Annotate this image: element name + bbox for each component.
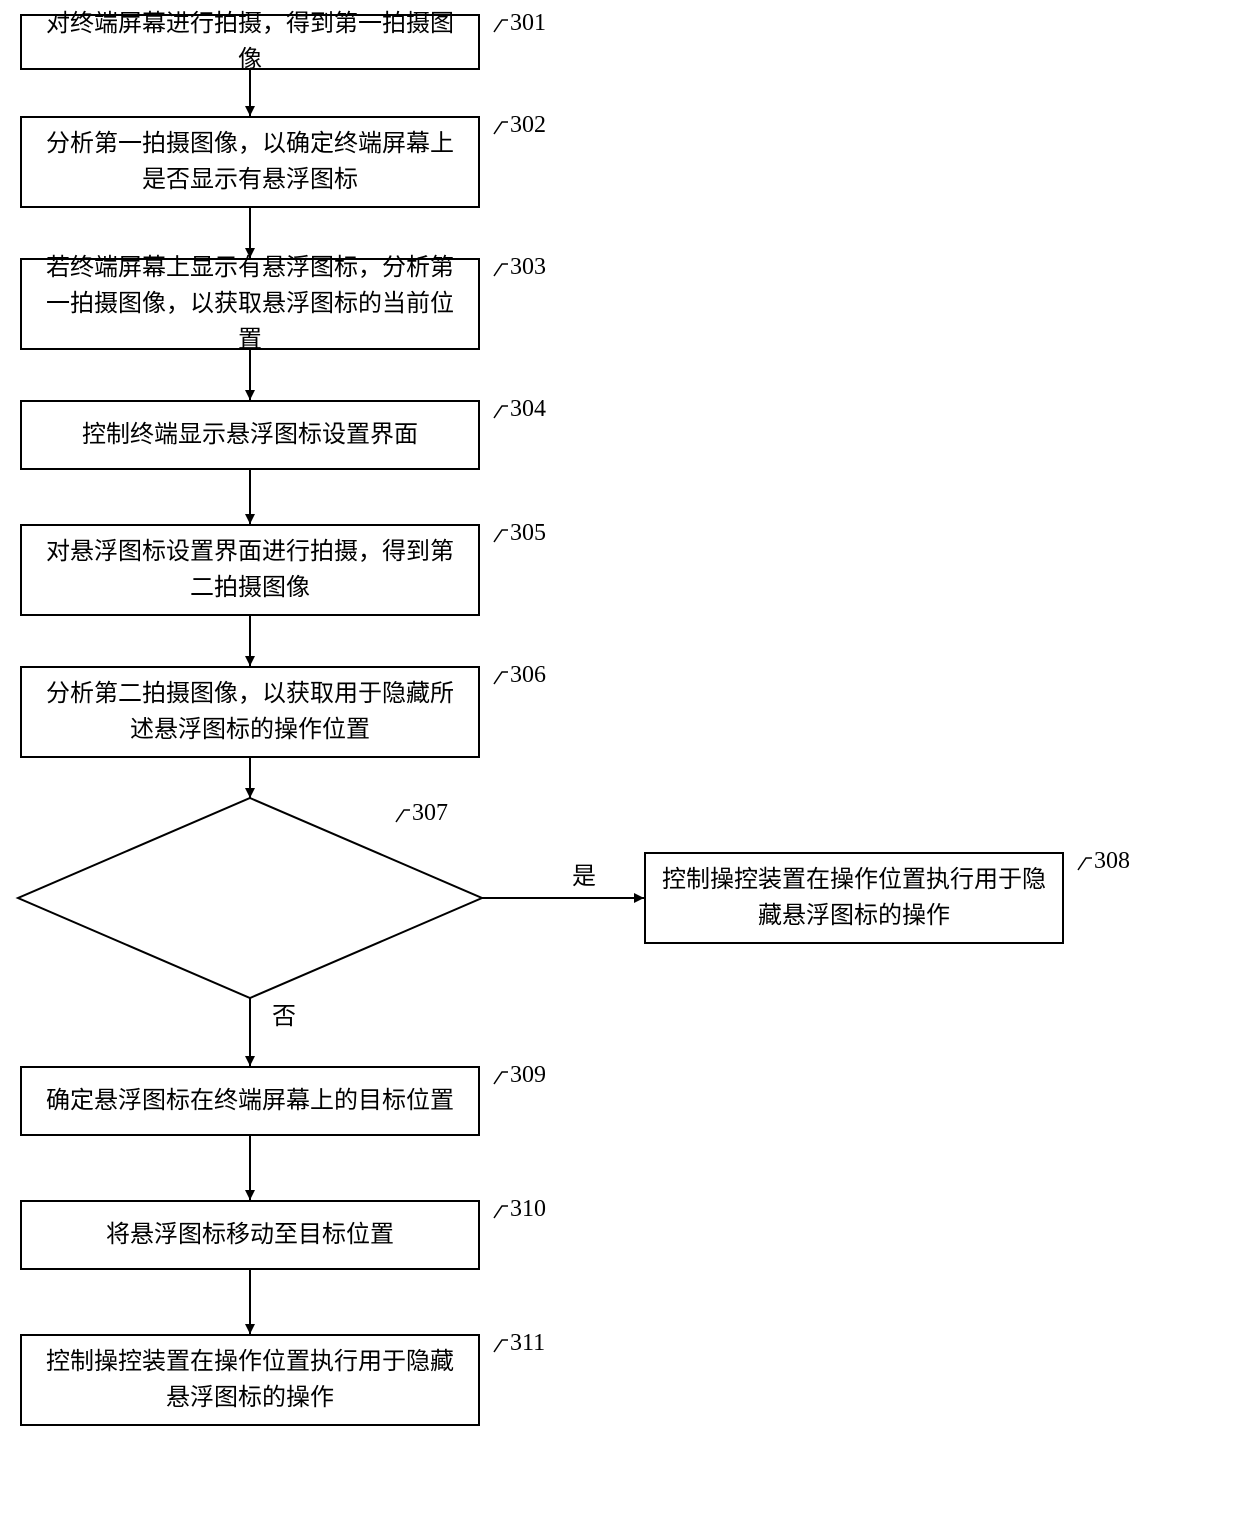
step-num-306: 306 xyxy=(510,662,546,689)
step-num-308: 308 xyxy=(1094,848,1130,875)
step-301: 对终端屏幕进行拍摄，得到第一拍摄图像 xyxy=(20,14,480,70)
step-308: 控制操控装置在操作位置执行用于隐藏悬浮图标的操作 xyxy=(644,852,1064,944)
step-310: 将悬浮图标移动至目标位置 xyxy=(20,1200,480,1270)
step-num-301: 301 xyxy=(510,10,546,37)
step-text: 若终端屏幕上显示有悬浮图标，分析第一拍摄图像，以获取悬浮图标的当前位置 xyxy=(36,250,464,358)
step-num-303: 303 xyxy=(510,254,546,281)
step-text: 控制操控装置在操作位置执行用于隐藏悬浮图标的操作 xyxy=(660,862,1048,934)
step-304: 控制终端显示悬浮图标设置界面 xyxy=(20,400,480,470)
decision-line2: 距离大于预设阈值？ xyxy=(142,901,358,927)
step-text: 分析第一拍摄图像，以确定终端屏幕上是否显示有悬浮图标 xyxy=(36,126,464,198)
step-text: 控制终端显示悬浮图标设置界面 xyxy=(82,417,418,453)
step-num-307: 307 xyxy=(412,800,448,827)
step-303: 若终端屏幕上显示有悬浮图标，分析第一拍摄图像，以获取悬浮图标的当前位置 xyxy=(20,258,480,350)
step-text: 控制操控装置在操作位置执行用于隐藏悬浮图标的操作 xyxy=(36,1344,464,1416)
step-302: 分析第一拍摄图像，以确定终端屏幕上是否显示有悬浮图标 xyxy=(20,116,480,208)
step-num-305: 305 xyxy=(510,520,546,547)
decision-line1: 当前位置与操作位置的 xyxy=(130,865,370,891)
step-text: 分析第二拍摄图像，以获取用于隐藏所述悬浮图标的操作位置 xyxy=(36,676,464,748)
step-305: 对悬浮图标设置界面进行拍摄，得到第二拍摄图像 xyxy=(20,524,480,616)
step-num-311: 311 xyxy=(510,1330,545,1357)
decision-text: 当前位置与操作位置的 距离大于预设阈值？ xyxy=(100,860,400,932)
step-text: 确定悬浮图标在终端屏幕上的目标位置 xyxy=(46,1083,454,1119)
branch-yes: 是 xyxy=(572,856,596,891)
step-num-304: 304 xyxy=(510,396,546,423)
step-text: 对终端屏幕进行拍摄，得到第一拍摄图像 xyxy=(36,6,464,78)
step-311: 控制操控装置在操作位置执行用于隐藏悬浮图标的操作 xyxy=(20,1334,480,1426)
step-309: 确定悬浮图标在终端屏幕上的目标位置 xyxy=(20,1066,480,1136)
step-text: 对悬浮图标设置界面进行拍摄，得到第二拍摄图像 xyxy=(36,534,464,606)
step-num-310: 310 xyxy=(510,1196,546,1223)
step-num-302: 302 xyxy=(510,112,546,139)
branch-no: 否 xyxy=(272,996,296,1031)
step-num-309: 309 xyxy=(510,1062,546,1089)
step-306: 分析第二拍摄图像，以获取用于隐藏所述悬浮图标的操作位置 xyxy=(20,666,480,758)
step-text: 将悬浮图标移动至目标位置 xyxy=(106,1217,394,1253)
